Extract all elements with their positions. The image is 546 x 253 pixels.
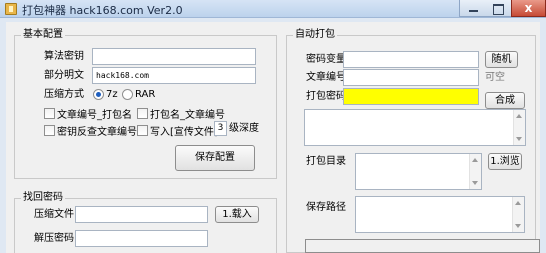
radio-7z[interactable]: 7z <box>93 89 118 100</box>
radio-7z-label: 7z <box>106 89 118 100</box>
pack-directory-scrollbar[interactable] <box>469 154 481 189</box>
client-area: 基本配置 算法密钥 部分明文 hack168.com 压缩方式 7z RAR 文… <box>6 22 540 253</box>
radio-7z-dot <box>93 89 104 100</box>
article-number-input[interactable] <box>343 69 479 86</box>
scroll-up-icon[interactable] <box>472 158 478 162</box>
basic-config-legend: 基本配置 <box>21 29 65 41</box>
depth-spinner[interactable]: 3 <box>214 121 227 136</box>
checkbox-write-promo-label: 写入[宣传文件] <box>150 127 218 138</box>
checkbox-article-pack-box <box>44 108 55 119</box>
auto-pack-legend: 自动打包 <box>293 29 337 41</box>
retrieve-password-legend: 找回密码 <box>21 192 65 204</box>
checkbox-write-promo[interactable]: 写入[宣传文件] <box>137 123 218 138</box>
unzip-password-label: 解压密码 <box>34 233 74 244</box>
pack-password-label: 打包密码 <box>306 91 346 102</box>
save-path-scrollbar[interactable] <box>512 197 524 232</box>
save-path-label: 保存路径 <box>306 202 346 213</box>
result-scrollbar[interactable] <box>513 110 525 145</box>
compose-button[interactable]: 合成 <box>485 92 525 109</box>
radio-rar-label: RAR <box>135 89 156 100</box>
browse-button[interactable]: 1.浏览 <box>488 153 522 170</box>
random-button[interactable]: 随机 <box>485 51 518 68</box>
pack-directory-textarea[interactable] <box>355 153 482 190</box>
app-icon <box>5 3 17 15</box>
archive-file-label: 压缩文件 <box>34 209 74 220</box>
partial-plaintext-input[interactable]: hack168.com <box>92 67 256 84</box>
checkbox-article-pack[interactable]: 文章编号_打包名 <box>44 106 132 121</box>
progress-bar <box>305 239 540 253</box>
radio-rar-dot <box>122 89 133 100</box>
maximize-button[interactable] <box>485 0 512 17</box>
unzip-password-input[interactable] <box>75 230 208 247</box>
algo-key-input[interactable] <box>92 48 256 65</box>
key-variable-label: 密码变量 <box>306 54 346 65</box>
close-icon: x <box>524 1 533 15</box>
window-title: 打包神器 hack168.com Ver2.0 <box>22 4 183 17</box>
checkbox-pack-article-box <box>137 108 148 119</box>
optional-hint: 可空 <box>485 72 505 83</box>
checkbox-article-pack-label: 文章编号_打包名 <box>57 110 132 121</box>
checkbox-pack-article[interactable]: 打包名_文章编号 <box>137 106 225 121</box>
scroll-down-icon[interactable] <box>472 181 478 185</box>
compress-method-label: 压缩方式 <box>44 89 84 100</box>
close-button[interactable]: x <box>511 0 546 17</box>
pack-directory-label: 打包目录 <box>306 156 346 167</box>
title-bar: 打包神器 hack168.com Ver2.0 x <box>0 0 546 18</box>
minimize-button[interactable] <box>459 0 486 17</box>
save-path-textarea[interactable] <box>355 196 525 233</box>
checkbox-write-promo-box <box>137 125 148 136</box>
checkbox-key-reverse-label: 密钥反查文章编号 <box>57 127 137 138</box>
depth-label: 级深度 <box>229 123 259 134</box>
checkbox-key-reverse[interactable]: 密钥反查文章编号 <box>44 123 137 138</box>
checkbox-key-reverse-box <box>44 125 55 136</box>
scroll-up-icon[interactable] <box>516 114 522 118</box>
algo-key-label: 算法密钥 <box>44 51 84 62</box>
partial-plaintext-label: 部分明文 <box>44 70 84 81</box>
scroll-down-icon[interactable] <box>515 224 521 228</box>
radio-rar[interactable]: RAR <box>122 89 155 100</box>
scroll-down-icon[interactable] <box>516 137 522 141</box>
scroll-up-icon[interactable] <box>515 201 521 205</box>
pack-password-input[interactable] <box>343 88 479 105</box>
key-variable-input[interactable] <box>343 51 479 68</box>
archive-file-input[interactable] <box>75 206 208 223</box>
save-config-button[interactable]: 保存配置 <box>175 145 255 171</box>
checkbox-pack-article-label: 打包名_文章编号 <box>150 110 225 121</box>
result-textarea[interactable] <box>304 109 526 146</box>
load-button[interactable]: 1.载入 <box>215 206 259 223</box>
article-number-label: 文章编号 <box>306 72 346 83</box>
